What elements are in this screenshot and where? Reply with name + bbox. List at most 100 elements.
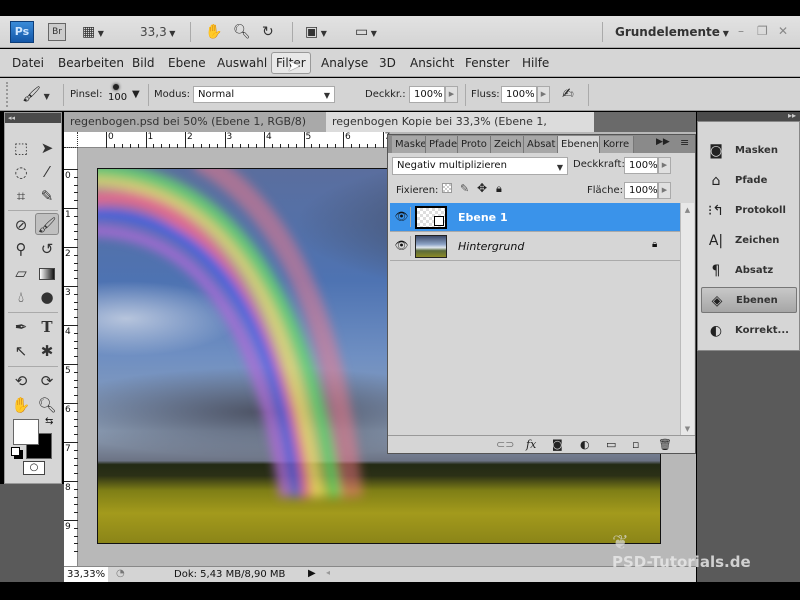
- dock-item-pfade[interactable]: ⌂ Pfade: [701, 168, 797, 194]
- brush-tool-preset-icon[interactable]: 🖌︎ ▼: [22, 78, 50, 113]
- zoom-level-dropdown[interactable]: 33,3 ▼: [140, 16, 175, 50]
- tab-masken[interactable]: Maske: [392, 136, 426, 153]
- scroll-up-icon[interactable]: ▲: [681, 206, 694, 214]
- lock-pixels-icon[interactable]: ✎: [460, 182, 469, 195]
- visibility-eye-icon[interactable]: 👁︎: [393, 236, 411, 256]
- 3d-orbit-tool-icon[interactable]: ⟳: [35, 370, 59, 392]
- menu-bild[interactable]: Bild: [128, 53, 159, 73]
- tab-ebenen[interactable]: Ebenen: [558, 136, 600, 153]
- history-brush-tool-icon[interactable]: ↺: [35, 238, 59, 260]
- dock-item-protokoll[interactable]: ⁝↰ Protokoll: [701, 198, 797, 224]
- dock-item-zeichen[interactable]: A| Zeichen: [701, 228, 797, 254]
- rotate-view-icon[interactable]: ↻: [262, 16, 274, 48]
- menu-fenster[interactable]: Fenster: [461, 53, 514, 73]
- blend-mode-select[interactable]: Normal ▼: [193, 86, 335, 103]
- adjustment-layer-icon[interactable]: ◐: [580, 438, 590, 451]
- document-tab-active[interactable]: regenbogen Kopie bei 33,3% (Ebene 1, RGB…: [326, 112, 594, 148]
- eyedropper-tool-icon[interactable]: ✎: [35, 185, 59, 207]
- bridge-button[interactable]: Br: [48, 23, 66, 41]
- status-info-icon[interactable]: ◔: [116, 568, 125, 579]
- move-tool-icon[interactable]: ➤: [35, 137, 59, 159]
- collapse-toolbar-button[interactable]: ◂◂: [5, 113, 61, 123]
- dodge-tool-icon[interactable]: ●: [35, 286, 59, 308]
- new-group-icon[interactable]: ▭: [606, 438, 616, 451]
- visibility-eye-icon[interactable]: 👁︎: [393, 207, 411, 227]
- scroll-left-icon[interactable]: ◂: [326, 568, 330, 577]
- healing-brush-tool-icon[interactable]: ⊘: [9, 214, 33, 236]
- dock-item-absatz[interactable]: ¶ Absatz: [701, 258, 797, 284]
- layer-row-hintergrund[interactable]: 👁︎ Hintergrund 🔒︎: [390, 232, 680, 261]
- clone-stamp-tool-icon[interactable]: ⚲: [9, 238, 33, 260]
- tab-absatz[interactable]: Absat: [524, 136, 558, 153]
- menu-bearbeiten[interactable]: Bearbeiten: [54, 53, 128, 73]
- brush-picker-caret-icon[interactable]: ▼: [132, 78, 140, 111]
- brush-picker[interactable]: 100: [108, 80, 127, 103]
- default-colors-icon[interactable]: [11, 447, 20, 456]
- opacity-slider-button[interactable]: ▶: [445, 86, 458, 103]
- panel-expand-icon[interactable]: ▶▶: [656, 137, 670, 147]
- flow-slider-button[interactable]: ▶: [537, 86, 550, 103]
- dock-item-korrekturen[interactable]: ◐ Korrekt...: [701, 318, 797, 344]
- fill-input[interactable]: 100%: [624, 182, 658, 199]
- eraser-tool-icon[interactable]: ▱: [9, 262, 33, 284]
- screen-mode-icon[interactable]: ▭ ▼: [355, 16, 377, 50]
- panel-menu-icon[interactable]: ≡: [680, 136, 689, 149]
- menu-hilfe[interactable]: Hilfe: [518, 53, 553, 73]
- custom-shape-tool-icon[interactable]: ✱: [35, 340, 59, 362]
- swap-colors-icon[interactable]: ⇆: [45, 416, 53, 427]
- scroll-down-icon[interactable]: ▼: [681, 425, 694, 433]
- menu-ebene[interactable]: Ebene: [164, 53, 210, 73]
- dock-item-ebenen[interactable]: ◈ Ebenen: [701, 287, 797, 313]
- menu-datei[interactable]: Datei: [8, 53, 48, 73]
- marquee-tool-icon[interactable]: ⬚: [9, 137, 33, 159]
- layer-opacity-slider-button[interactable]: ▶: [658, 157, 671, 174]
- close-button[interactable]: ✕: [778, 16, 788, 46]
- zoom-tool-icon[interactable]: 🔍︎: [233, 16, 251, 48]
- magic-wand-tool-icon[interactable]: ⁄: [35, 161, 59, 183]
- menu-auswahl[interactable]: Auswahl: [213, 53, 271, 73]
- delete-layer-icon[interactable]: 🗑︎: [658, 438, 672, 451]
- add-mask-icon[interactable]: ◙: [552, 438, 563, 451]
- airbrush-icon[interactable]: ✍︎: [562, 78, 574, 111]
- layer-opacity-input[interactable]: 100%: [624, 157, 658, 174]
- foreground-color-swatch[interactable]: [13, 419, 39, 445]
- quick-mask-icon[interactable]: ○: [23, 461, 45, 475]
- hand-tool-icon[interactable]: ✋: [205, 16, 222, 48]
- type-tool-icon[interactable]: T: [35, 316, 59, 338]
- tab-zeichen[interactable]: Zeich: [491, 136, 524, 153]
- flow-input[interactable]: 100%: [501, 86, 537, 103]
- status-zoom-input[interactable]: 33,33%: [64, 567, 108, 582]
- menu-analyse[interactable]: Analyse: [317, 53, 372, 73]
- layer-row-ebene-1[interactable]: 👁︎ Ebene 1: [390, 203, 680, 232]
- restore-button[interactable]: ❐: [757, 16, 768, 46]
- new-layer-icon[interactable]: ▫: [632, 438, 639, 451]
- hand-tool-icon[interactable]: ✋: [9, 394, 33, 416]
- 3d-rotate-tool-icon[interactable]: ⟲: [9, 370, 33, 392]
- lock-transparency-icon[interactable]: [442, 183, 452, 193]
- opacity-input[interactable]: 100%: [409, 86, 445, 103]
- workspace-switcher[interactable]: Grundelemente ▼: [615, 16, 729, 50]
- lasso-tool-icon[interactable]: ◌: [9, 161, 33, 183]
- pen-tool-icon[interactable]: ✒︎: [9, 316, 33, 338]
- blur-tool-icon[interactable]: 💧︎: [9, 286, 33, 308]
- fill-slider-button[interactable]: ▶: [658, 182, 671, 199]
- zoom-tool-icon[interactable]: 🔍︎: [35, 394, 59, 416]
- link-layers-icon[interactable]: ⊂⊃: [496, 438, 514, 451]
- status-menu-arrow-icon[interactable]: ▶: [308, 568, 316, 579]
- layer-blend-mode-select[interactable]: Negativ multiplizieren ▼: [392, 157, 568, 175]
- ruler-origin[interactable]: [64, 132, 78, 148]
- dock-item-masken[interactable]: ◙ Masken: [701, 138, 797, 164]
- minimize-button[interactable]: –: [738, 16, 744, 46]
- lock-all-icon[interactable]: 🔒︎: [496, 182, 502, 196]
- brush-tool-icon[interactable]: 🖌︎: [35, 213, 59, 235]
- arrange-documents-icon[interactable]: ▣ ▼: [305, 16, 327, 50]
- tab-korrekturen[interactable]: Korre: [600, 136, 634, 153]
- tab-pfade[interactable]: Pfade: [426, 136, 458, 153]
- menu-3d[interactable]: 3D: [375, 53, 400, 73]
- film-strip-icon[interactable]: ▦ ▼: [82, 16, 104, 50]
- tab-protokoll[interactable]: Proto: [458, 136, 491, 153]
- document-tab-inactive[interactable]: regenbogen.psd bei 50% (Ebene 1, RGB/8) …: [64, 112, 326, 148]
- layers-scrollbar[interactable]: ▲ ▼: [680, 203, 694, 435]
- crop-tool-icon[interactable]: ⌗: [9, 185, 33, 207]
- menu-ansicht[interactable]: Ansicht: [406, 53, 458, 73]
